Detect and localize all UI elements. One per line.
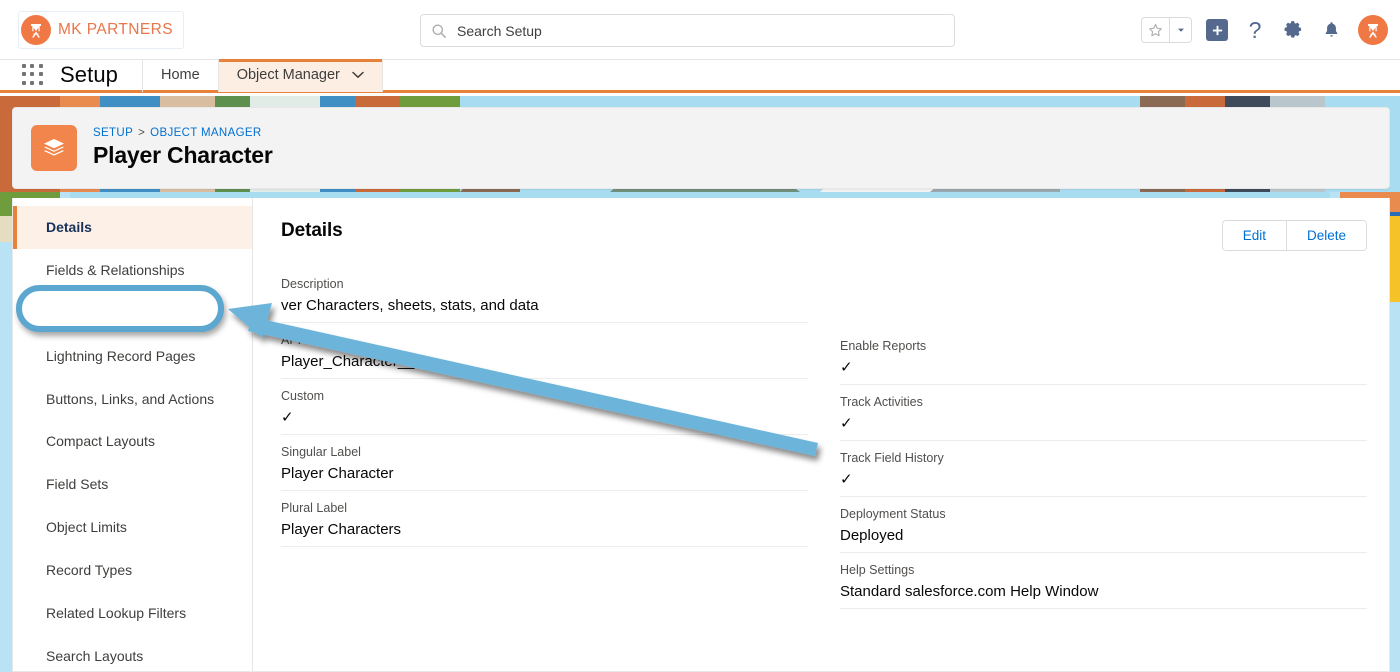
search-icon [431, 23, 447, 39]
sidebar-item-page-layouts[interactable]: Page Layouts [13, 292, 252, 335]
sidebar-item-label: Record Types [46, 562, 132, 578]
sidebar-item-field-sets[interactable]: Field Sets [13, 463, 252, 506]
field-spacer [840, 277, 1367, 329]
field-label: Enable Reports [840, 339, 1367, 353]
details-fields: Description ver Characters, sheets, stat… [281, 277, 1367, 619]
setup-nav-bar: Setup Home Object Manager [0, 60, 1400, 93]
layers-icon [31, 125, 77, 171]
field-singular-label: Singular Label Player Character [281, 445, 808, 491]
field-label: API Name [281, 333, 808, 347]
breadcrumb-separator: > [138, 127, 145, 139]
delete-button[interactable]: Delete [1286, 220, 1367, 251]
sidebar-item-buttons-links-actions[interactable]: Buttons, Links, and Actions [13, 378, 252, 421]
user-avatar-icon[interactable] [1358, 15, 1388, 45]
field-value-checkmark: ✓ [840, 358, 853, 378]
details-left-column: Description ver Characters, sheets, stat… [281, 277, 808, 619]
field-track-field-history: Track Field History ✓ [840, 451, 1367, 497]
details-title: Details [281, 220, 343, 242]
record-header-text: SETUP > OBJECT MANAGER Player Character [93, 127, 273, 169]
chevron-down-icon[interactable] [1169, 18, 1191, 42]
field-label: Track Field History [840, 451, 1367, 465]
field-label: Plural Label [281, 501, 808, 515]
star-icon[interactable] [1142, 18, 1169, 42]
field-value: Player_Character__c [281, 352, 808, 372]
favorites-group[interactable] [1141, 17, 1192, 43]
sidebar-item-label: Compact Layouts [46, 433, 155, 449]
sidebar-item-label: Search Layouts [46, 648, 143, 664]
sidebar-item-compact-layouts[interactable]: Compact Layouts [13, 420, 252, 463]
sidebar-item-related-lookup-filters[interactable]: Related Lookup Filters [13, 592, 252, 635]
details-right-column: Enable Reports ✓ Track Activities ✓ Trac… [840, 277, 1367, 619]
record-header: SETUP > OBJECT MANAGER Player Character [12, 107, 1390, 189]
breadcrumb-setup-link[interactable]: SETUP [93, 127, 133, 139]
field-value: Standard salesforce.com Help Window [840, 582, 1367, 602]
mk-partners-logo-icon [21, 15, 51, 45]
field-label: Track Activities [840, 395, 1367, 409]
field-label: Help Settings [840, 563, 1367, 577]
help-icon[interactable]: ? [1242, 17, 1268, 43]
header-actions: ? [1141, 0, 1388, 60]
field-value: ver Characters, sheets, stats, and data [281, 296, 808, 316]
sidebar-item-fields-relationships[interactable]: Fields & Relationships [13, 249, 252, 292]
edit-button[interactable]: Edit [1222, 220, 1286, 251]
search-input[interactable] [457, 15, 944, 46]
field-value: Deployed [840, 526, 1367, 546]
add-button[interactable] [1204, 17, 1230, 43]
sidebar-item-label: Related Lookup Filters [46, 605, 186, 621]
sidebar-item-label: Buttons, Links, and Actions [46, 391, 214, 407]
field-value: Player Character [281, 464, 808, 484]
field-custom: Custom ✓ [281, 389, 808, 435]
details-header: Details Edit Delete [281, 220, 1367, 251]
sidebar-item-details[interactable]: Details [13, 206, 252, 249]
app-launcher-icon[interactable] [22, 64, 44, 86]
brand-name: MK PARTNERS [58, 21, 173, 39]
sidebar-item-object-limits[interactable]: Object Limits [13, 506, 252, 549]
plus-icon [1206, 19, 1228, 41]
sidebar-item-label: Details [46, 219, 92, 235]
chevron-down-icon[interactable] [352, 71, 364, 79]
field-description: Description ver Characters, sheets, stat… [281, 277, 808, 323]
app-name: Setup [60, 62, 118, 88]
field-track-activities: Track Activities ✓ [840, 395, 1367, 441]
gear-icon[interactable] [1280, 17, 1306, 43]
sidebar-item-label: Page Layouts [46, 305, 132, 321]
field-label: Description [281, 277, 808, 291]
field-value-checkmark: ✓ [840, 470, 853, 490]
sidebar-item-label: Field Sets [46, 476, 108, 492]
record-actions: Edit Delete [1222, 220, 1367, 251]
sidebar-item-label: Fields & Relationships [46, 262, 185, 278]
field-value-checkmark: ✓ [840, 414, 853, 434]
object-sidebar: Details Fields & Relationships Page Layo… [13, 198, 253, 671]
tab-home-label: Home [161, 67, 200, 83]
global-search[interactable] [420, 14, 955, 47]
sidebar-item-lightning-record-pages[interactable]: Lightning Record Pages [13, 335, 252, 378]
field-plural-label: Plural Label Player Characters [281, 501, 808, 547]
salesforce-setup-page: MK PARTNERS [0, 0, 1400, 672]
field-value: Player Characters [281, 520, 808, 540]
tab-object-manager-label: Object Manager [237, 67, 340, 83]
field-value-checkmark: ✓ [281, 408, 294, 428]
field-help-settings: Help Settings Standard salesforce.com He… [840, 563, 1367, 609]
breadcrumb: SETUP > OBJECT MANAGER [93, 127, 273, 139]
bell-icon[interactable] [1318, 17, 1344, 43]
brand-logo-container[interactable]: MK PARTNERS [18, 11, 184, 49]
sidebar-item-label: Lightning Record Pages [46, 348, 195, 364]
field-enable-reports: Enable Reports ✓ [840, 339, 1367, 385]
field-label: Singular Label [281, 445, 808, 459]
details-content: Details Edit Delete Description ver Char… [253, 198, 1389, 671]
page-title: Player Character [93, 142, 273, 169]
field-api-name: API Name Player_Character__c [281, 333, 808, 379]
field-label: Custom [281, 389, 808, 403]
tab-object-manager[interactable]: Object Manager [219, 59, 383, 92]
global-header: MK PARTNERS [0, 0, 1400, 60]
sidebar-item-label: Object Limits [46, 519, 127, 535]
tab-home[interactable]: Home [143, 59, 219, 92]
breadcrumb-object-manager-link[interactable]: OBJECT MANAGER [150, 127, 261, 139]
sidebar-item-record-types[interactable]: Record Types [13, 549, 252, 592]
field-label: Deployment Status [840, 507, 1367, 521]
field-deployment-status: Deployment Status Deployed [840, 507, 1367, 553]
sidebar-item-search-layouts[interactable]: Search Layouts [13, 635, 252, 671]
body-panel: Details Fields & Relationships Page Layo… [12, 198, 1390, 672]
